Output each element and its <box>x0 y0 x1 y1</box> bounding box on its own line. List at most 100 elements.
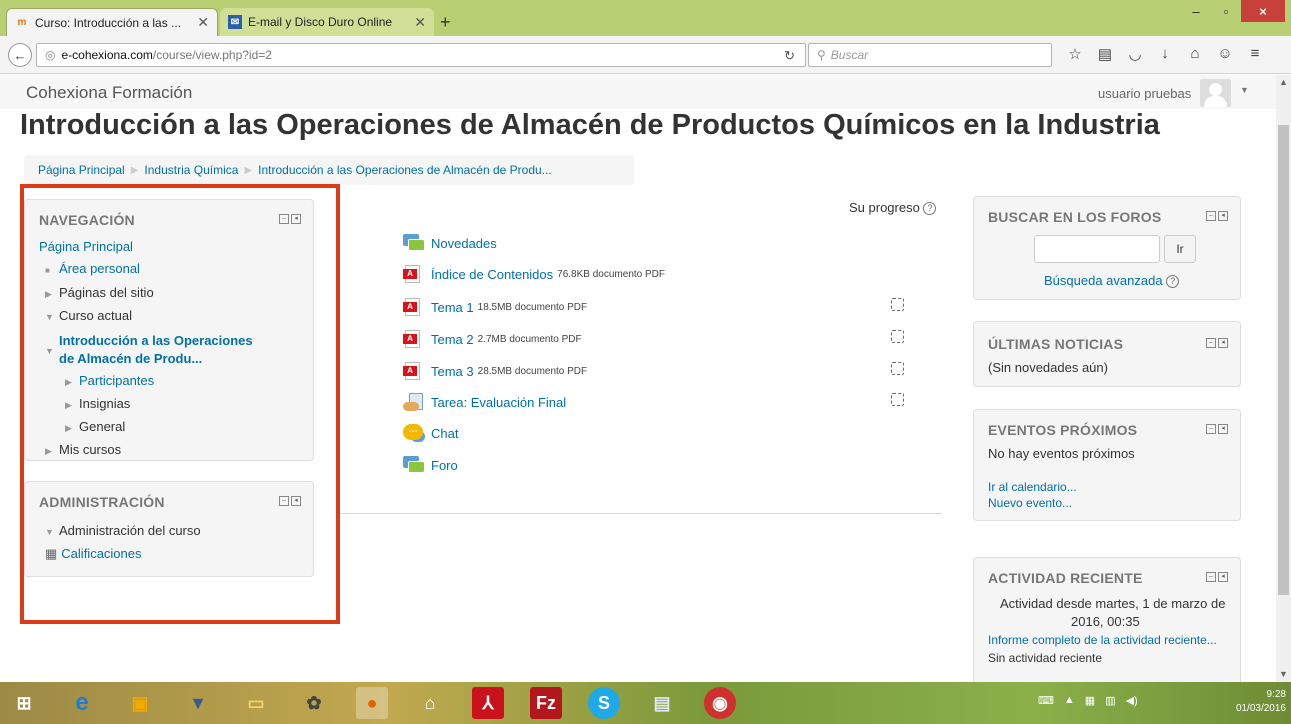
menu-icon[interactable]: ≡ <box>1240 45 1270 63</box>
browser-nav-bar: ← ◎ e-cohexiona.com/course/view.php?id=2… <box>0 36 1291 74</box>
activity-item: A Tema 1 18.5MB documento PDF <box>403 298 587 316</box>
acrobat-icon[interactable]: ⅄ <box>472 687 504 719</box>
advanced-search-text[interactable]: Búsqueda avanzada <box>1044 273 1163 288</box>
activity-link[interactable]: Tema 1 <box>431 300 474 315</box>
block-title: ÚLTIMAS NOTICIAS <box>988 336 1124 352</box>
forum-search-button[interactable]: Ir <box>1164 235 1196 263</box>
block-controls: – ◂ <box>1204 572 1228 582</box>
chevron-down-icon[interactable]: ▼ <box>1240 85 1249 95</box>
forum-search-input[interactable] <box>1034 235 1160 263</box>
moodle-icon: m <box>17 17 27 28</box>
site-identity-icon[interactable]: ◎ <box>45 48 55 62</box>
files-icon[interactable]: ▤ <box>646 687 678 719</box>
keyboard-icon[interactable]: ⌨ <box>1038 694 1054 707</box>
star-icon[interactable]: ☆ <box>1060 45 1090 63</box>
user-name[interactable]: usuario pruebas <box>1098 86 1191 101</box>
progress-text: Su progreso <box>849 200 920 215</box>
activity-link[interactable]: Foro <box>431 458 458 473</box>
recent-since-line1: Actividad desde martes, 1 de marzo de <box>1000 596 1226 611</box>
pocket-icon[interactable]: ◡ <box>1120 45 1150 63</box>
clock[interactable]: 9:28 01/03/2016 <box>1228 688 1286 716</box>
dock-icon[interactable]: ◂ <box>1218 424 1228 434</box>
browser-search-input[interactable]: ⚲ Buscar <box>808 43 1052 67</box>
network-icon[interactable]: ▥ <box>1105 694 1115 707</box>
breadcrumb-category[interactable]: Industria Química <box>144 163 238 177</box>
new-event-link[interactable]: Nuevo evento... <box>988 496 1072 510</box>
activity-link[interactable]: Tema 2 <box>431 332 474 347</box>
url-bar[interactable]: ◎ e-cohexiona.com/course/view.php?id=2 ↻ <box>36 43 806 67</box>
collapse-icon[interactable]: – <box>1206 338 1216 348</box>
activity-link[interactable]: Tema 3 <box>431 364 474 379</box>
firefox-icon[interactable]: ● <box>356 687 388 719</box>
dock-icon[interactable]: ◂ <box>1218 572 1228 582</box>
avatar[interactable] <box>1200 79 1231 107</box>
back-button[interactable]: ← <box>8 43 32 67</box>
block-controls: – ◂ <box>1204 211 1228 221</box>
breadcrumb-course[interactable]: Introducción a las Operaciones de Almacé… <box>258 163 552 177</box>
help-icon[interactable]: ? <box>923 202 937 215</box>
skype-icon[interactable]: S <box>588 687 620 719</box>
maximize-button[interactable]: ▫ <box>1211 0 1241 22</box>
activity-link[interactable]: Novedades <box>431 236 497 251</box>
reload-icon[interactable]: ↻ <box>784 48 795 64</box>
action-center-icon[interactable]: ▦ <box>1085 694 1095 707</box>
download-icon[interactable]: ↓ <box>1150 45 1180 63</box>
page-scrollbar[interactable]: ▲ ▼ <box>1276 75 1291 682</box>
internet-explorer-icon[interactable]: e <box>66 687 98 719</box>
back-arrow-icon: ← <box>13 47 27 63</box>
block-title: EVENTOS PRÓXIMOS <box>988 422 1138 438</box>
breadcrumb-home[interactable]: Página Principal <box>38 163 125 177</box>
completion-checkbox[interactable] <box>891 362 904 375</box>
activity-item: Tarea: Evaluación Final <box>403 393 566 411</box>
scroll-down-icon[interactable]: ▼ <box>1279 669 1288 679</box>
search-placeholder: Buscar <box>830 48 869 62</box>
file-explorer-icon[interactable]: ▭ <box>240 687 272 719</box>
bookmarks-icon[interactable]: ▤ <box>1090 45 1120 63</box>
home-icon[interactable]: ⌂ <box>414 687 446 719</box>
full-report-link[interactable]: Informe completo de la actividad recient… <box>988 633 1217 647</box>
tab-course[interactable]: m Curso: Introducción a las ... ✕ <box>6 8 218 36</box>
close-tab-icon[interactable]: ✕ <box>197 14 209 31</box>
site-name[interactable]: Cohexiona Formación <box>26 83 192 103</box>
url-domain: e-cohexiona.com <box>61 48 153 62</box>
highlight-box <box>20 184 340 624</box>
collapse-icon[interactable]: – <box>1206 424 1216 434</box>
pdf-icon: A <box>403 298 425 316</box>
browser-tab-bar: m Curso: Introducción a las ... ✕ ✉ E-ma… <box>0 0 1291 36</box>
completion-checkbox[interactable] <box>891 393 904 406</box>
volume-icon[interactable]: ◀) <box>1126 694 1138 707</box>
windows-start-icon[interactable]: ⊞ <box>8 687 40 719</box>
help-icon[interactable]: ? <box>1166 275 1180 288</box>
chat-icon[interactable]: ☺ <box>1210 45 1240 63</box>
calendar-link[interactable]: Ir al calendario... <box>988 480 1077 494</box>
filezilla-icon[interactable]: Fz <box>530 687 562 719</box>
pin-icon[interactable]: ▼ <box>182 687 214 719</box>
show-hidden-icons[interactable]: ▲ <box>1064 694 1075 707</box>
page-title: Introducción a las Operaciones de Almacé… <box>20 109 1160 141</box>
events-text: No hay eventos próximos <box>988 446 1135 461</box>
minimize-button[interactable]: – <box>1181 0 1211 22</box>
scrollbar-thumb[interactable] <box>1278 125 1289 595</box>
close-window-button[interactable]: × <box>1241 0 1285 22</box>
store-icon[interactable]: ▣ <box>124 687 156 719</box>
collapse-icon[interactable]: – <box>1206 572 1216 582</box>
collapse-icon[interactable]: – <box>1206 211 1216 221</box>
close-tab-icon[interactable]: ✕ <box>414 14 426 31</box>
media-icon[interactable]: ✿ <box>298 687 330 719</box>
new-tab-button[interactable]: + <box>440 12 451 33</box>
dock-icon[interactable]: ◂ <box>1218 338 1228 348</box>
activity-link[interactable]: Tarea: Evaluación Final <box>431 395 566 410</box>
dock-icon[interactable]: ◂ <box>1218 211 1228 221</box>
completion-checkbox[interactable] <box>891 330 904 343</box>
completion-checkbox[interactable] <box>891 298 904 311</box>
scroll-up-icon[interactable]: ▲ <box>1279 77 1288 87</box>
latest-news-block: ÚLTIMAS NOTICIAS – ◂ (Sin novedades aún) <box>973 321 1241 387</box>
home-icon[interactable]: ⌂ <box>1180 45 1210 63</box>
tab-email[interactable]: ✉ E-mail y Disco Duro Online ✕ <box>220 8 434 36</box>
activity-link[interactable]: Índice de Contenidos <box>431 267 553 282</box>
activity-item: A Tema 3 28.5MB documento PDF <box>403 362 587 380</box>
activity-link[interactable]: Chat <box>431 426 458 441</box>
advanced-search-link[interactable]: Búsqueda avanzada ? <box>1044 273 1180 288</box>
breadcrumb: Página Principal ▶ Industria Química ▶ I… <box>24 155 634 185</box>
camera-icon[interactable]: ◉ <box>704 687 736 719</box>
